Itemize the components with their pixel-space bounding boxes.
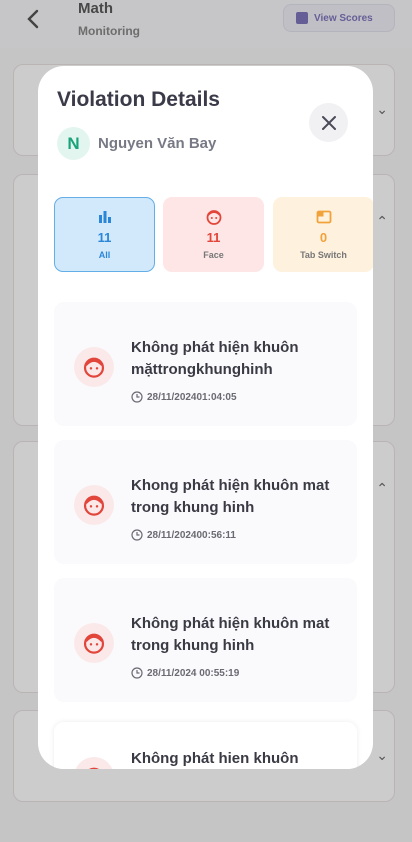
window-icon [316,210,331,224]
violation-timestamp: 28/11/202401:04:05 [147,391,237,403]
violation-item[interactable]: Khong phát hiện khuôn mat trong khung hi… [54,440,357,564]
violation-time: 28/11/2024 00:55:19 [131,667,239,679]
close-button[interactable] [309,103,348,142]
tab-label: Face [203,250,224,260]
face-icon [206,210,221,225]
filter-tabs: 11 All 11 Face 0 Tab Switch [54,197,373,273]
tab-label: All [98,250,111,260]
tab-label: Tab Switch [300,250,347,260]
face-icon [74,623,114,663]
close-icon [321,115,336,130]
violation-timestamp: 28/11/2024 00:55:19 [147,667,240,679]
modal-title: Violation Details [57,88,220,111]
face-icon [74,757,114,769]
violation-text: Khong phát hiện khuôn mat trong khung hi… [131,477,330,516]
violation-list: Không phát hiện khuôn mặttrongkhunghinh … [38,302,373,769]
clock-icon [131,529,143,541]
clock-icon [131,667,143,679]
violation-item[interactable]: Không phát hien khuôn [54,722,357,769]
violation-timestamp: 28/11/202400:56:11 [147,529,236,541]
avatar: N [57,127,90,160]
violation-details-modal: Violation Details N Nguyen Văn Bay 11 Al… [38,66,373,769]
violation-time: 28/11/202401:04:05 [131,391,237,403]
student-name: Nguyen Văn Bay [98,135,217,152]
violation-time: 28/11/202400:56:11 [131,529,236,541]
face-icon [74,485,114,525]
student-info: N Nguyen Văn Bay [57,127,216,160]
tab-face[interactable]: 11 Face [163,197,264,272]
face-icon [74,347,114,387]
bar-chart-icon [98,211,111,223]
violation-item[interactable]: Không phát hiện khuôn mặttrongkhunghinh … [54,302,357,426]
tab-all[interactable]: 11 All [54,197,155,272]
tab-count: 11 [206,230,221,245]
tab-count: 11 [97,230,112,245]
violation-text: Không phát hiện khuôn mat trong khung hi… [131,615,330,654]
violation-text: Không phát hien khuôn [131,750,299,767]
clock-icon [131,391,143,403]
tab-tab-switch[interactable]: 0 Tab Switch [273,197,373,272]
violation-item[interactable]: Không phát hiện khuôn mat trong khung hi… [54,578,357,702]
tab-count: 0 [319,230,328,245]
violation-text: Không phát hiện khuôn mặttrongkhunghinh [131,339,299,378]
